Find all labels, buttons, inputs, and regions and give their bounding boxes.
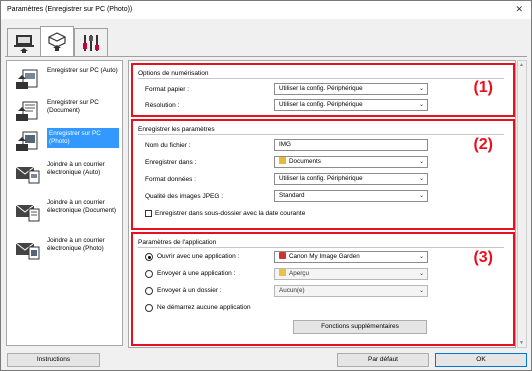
sidebar-item-label: Enregistrer sur PC (Auto) xyxy=(47,67,118,74)
window-title: Paramètres (Enregistrer sur PC (Photo)) xyxy=(7,6,133,13)
file-name-input[interactable]: IMG xyxy=(274,139,428,151)
file-name-label: Nom du fichier : xyxy=(145,142,191,149)
folder-icon xyxy=(279,157,286,164)
scan-from-computer-icon xyxy=(14,34,34,53)
group-divider xyxy=(138,134,504,135)
more-functions-button[interactable]: Fonctions supplémentaires xyxy=(293,320,427,334)
no-app-label: Ne démarrez aucune application xyxy=(157,304,251,311)
close-icon[interactable]: ✕ xyxy=(515,4,523,15)
scan-options-section: Options de numérisation (1) Format papie… xyxy=(131,63,515,117)
open-with-app-select[interactable]: Canon My Image Garden ⌄ xyxy=(274,251,428,263)
save-to-pc-icon xyxy=(16,101,38,121)
chevron-down-icon: ⌄ xyxy=(418,86,424,92)
jpeg-quality-label: Qualité des images JPEG : xyxy=(145,193,224,200)
jpeg-quality-value: Standard xyxy=(279,192,305,199)
settings-window: Paramètres (Enregistrer sur PC (Photo)) … xyxy=(0,0,532,371)
sidebar-item-label: Enregistrer sur PC (Document) xyxy=(47,99,99,114)
sidebar-item-label: Joindre à un courrier électronique (Phot… xyxy=(47,237,105,252)
section-title: Paramètres de l'application xyxy=(138,239,217,246)
chevron-down-icon: ⌄ xyxy=(418,193,424,199)
section-title: Options de numérisation xyxy=(138,70,209,77)
tab-scan-from-panel[interactable] xyxy=(40,26,74,57)
ok-button[interactable]: OK xyxy=(435,353,527,367)
paper-size-value: Utiliser la config. Périphérique xyxy=(279,85,363,92)
instructions-button[interactable]: Instructions xyxy=(7,353,100,367)
callout-number: (2) xyxy=(473,136,493,153)
application-settings-section: Paramètres de l'application (3) Ouvrir a… xyxy=(131,232,515,346)
title-bar: Paramètres (Enregistrer sur PC (Photo)) … xyxy=(1,1,531,19)
callout-number: (1) xyxy=(473,79,493,96)
send-to-folder-select[interactable]: Aucun(e) ⌄ xyxy=(274,285,428,297)
open-with-app-label: Ouvrir avec une application : xyxy=(157,253,240,260)
save-to-pc-icon xyxy=(16,69,38,89)
subfolder-date-label: Enregistrer dans sous-dossier avec la da… xyxy=(155,210,306,217)
chevron-down-icon: ⌄ xyxy=(418,102,424,108)
tab-general-settings[interactable] xyxy=(74,28,108,56)
file-name-value: IMG xyxy=(279,141,291,148)
data-format-select[interactable]: Utiliser la config. Périphérique ⌄ xyxy=(274,173,428,185)
send-to-app-label: Envoyer à une application : xyxy=(157,270,236,277)
scan-from-panel-icon xyxy=(48,32,66,51)
send-to-app-value: Aperçu xyxy=(289,270,309,277)
tab-scan-from-computer[interactable] xyxy=(7,28,41,56)
sidebar-item-label: Enregistrer sur PC (Photo) xyxy=(47,128,119,149)
paper-size-label: Format papier : xyxy=(145,86,190,93)
scroll-up-icon[interactable]: ▲ xyxy=(519,62,524,68)
no-app-radio[interactable] xyxy=(145,304,153,312)
image-garden-icon xyxy=(279,252,286,259)
chevron-down-icon: ⌄ xyxy=(418,176,424,182)
send-to-folder-value: Aucun(e) xyxy=(279,287,305,294)
resolution-select[interactable]: Utiliser la config. Périphérique ⌄ xyxy=(274,99,428,111)
send-to-folder-label: Envoyer à un dossier : xyxy=(157,287,222,294)
vertical-scrollbar[interactable]: ▲ ▼ xyxy=(517,60,527,348)
save-settings-section: Enregistrer les paramètres (2) Nom du fi… xyxy=(131,119,515,230)
save-in-value: Documents xyxy=(289,158,321,165)
chevron-down-icon: ⌄ xyxy=(418,254,424,260)
chevron-down-icon: ⌄ xyxy=(418,159,424,165)
subfolder-date-checkbox[interactable] xyxy=(145,210,152,217)
scroll-down-icon[interactable]: ▼ xyxy=(519,340,524,346)
data-format-value: Utiliser la config. Périphérique xyxy=(279,175,363,182)
resolution-label: Résolution : xyxy=(145,102,180,109)
data-format-label: Format données : xyxy=(145,176,196,183)
sidebar-item-save-pc-auto[interactable]: Enregistrer sur PC (Auto) xyxy=(9,65,121,97)
tab-divider xyxy=(5,56,527,57)
sidebar-item-email-document[interactable]: Joindre à un courrier électronique (Docu… xyxy=(9,197,121,229)
attach-email-icon xyxy=(15,204,40,222)
chevron-down-icon: ⌄ xyxy=(418,271,424,277)
send-to-app-select[interactable]: Aperçu ⌄ xyxy=(274,268,428,280)
sidebar-item-label: Joindre à un courrier électronique (Auto… xyxy=(47,161,105,176)
settings-panel: Options de numérisation (1) Format papie… xyxy=(128,60,516,348)
open-with-app-radio[interactable] xyxy=(145,253,153,261)
attach-email-icon xyxy=(15,242,40,260)
preview-app-icon xyxy=(279,269,286,276)
save-in-select[interactable]: Documents ⌄ xyxy=(274,156,428,168)
save-in-label: Enregistrer dans : xyxy=(145,159,197,166)
send-to-app-radio[interactable] xyxy=(145,270,153,278)
send-to-folder-radio[interactable] xyxy=(145,287,153,295)
resolution-value: Utiliser la config. Périphérique xyxy=(279,101,363,108)
defaults-button[interactable]: Par défaut xyxy=(337,353,429,367)
sidebar-item-save-pc-document[interactable]: Enregistrer sur PC (Document) xyxy=(9,97,121,129)
paper-size-select[interactable]: Utiliser la config. Périphérique ⌄ xyxy=(274,83,428,95)
save-to-pc-icon xyxy=(16,131,38,151)
jpeg-quality-select[interactable]: Standard ⌄ xyxy=(274,190,428,202)
sidebar-item-label: Joindre à un courrier électronique (Docu… xyxy=(47,199,116,214)
sidebar: Enregistrer sur PC (Auto) Enregistrer su… xyxy=(6,60,123,346)
section-title: Enregistrer les paramètres xyxy=(138,126,215,133)
sidebar-item-email-auto[interactable]: Joindre à un courrier électronique (Auto… xyxy=(9,159,121,191)
sidebar-item-save-pc-photo[interactable]: Enregistrer sur PC (Photo) xyxy=(9,127,121,159)
open-with-app-value: Canon My Image Garden xyxy=(289,253,360,260)
group-divider xyxy=(138,247,504,248)
general-settings-icon xyxy=(83,34,99,51)
chevron-down-icon: ⌄ xyxy=(418,288,424,294)
sidebar-item-email-photo[interactable]: Joindre à un courrier électronique (Phot… xyxy=(9,235,121,267)
group-divider xyxy=(138,78,504,79)
callout-number: (3) xyxy=(473,249,493,266)
attach-email-icon xyxy=(15,166,40,184)
